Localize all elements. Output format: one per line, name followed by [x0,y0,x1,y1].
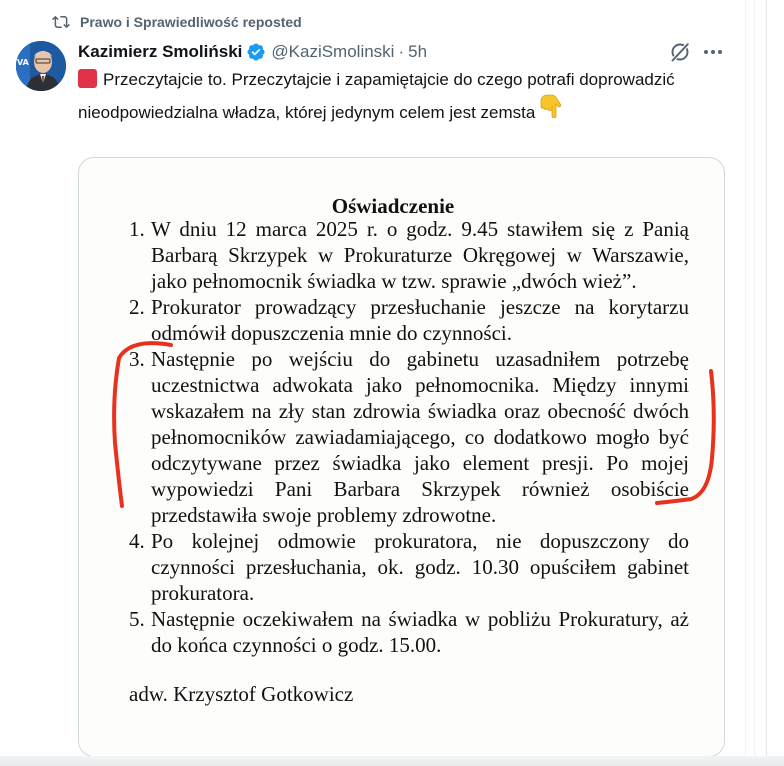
bottom-bar [0,756,784,766]
item-text: Prokurator prowadzący przesłuchanie jesz… [151,295,689,345]
document-item: 4. Po kolejnej odmowie prokuratora, nie … [129,528,689,606]
more-icon[interactable] [701,40,725,64]
item-number: 2. [129,295,145,319]
red-square-emoji [78,69,97,88]
right-scroll-area [746,0,784,766]
timeline-column: Prawo i Sprawiedliwość reposted VA Kazim… [0,0,746,766]
svg-text:VA: VA [17,58,30,67]
verified-badge-icon[interactable] [246,42,266,62]
author-name[interactable]: Kazimierz Smoliński [78,42,242,62]
separator-dot: · [398,42,405,61]
repost-label: Prawo i Sprawiedliwość reposted [80,14,302,30]
document-item: 5. Następnie oczekiwałem na świadka w po… [129,606,689,658]
document-signature: adw. Krzysztof Gotkowicz [129,682,354,706]
avatar-image: VA [16,41,66,91]
scrollbar-track[interactable] [766,0,784,766]
document-list: 1. W dniu 12 marca 2025 r. o godz. 9.45 … [129,216,689,658]
pointing-down-emoji [540,94,562,125]
item-number: 4. [129,529,145,553]
statement-document: Oświadczenie 1. W dniu 12 marca 2025 r. … [79,158,724,756]
grok-icon[interactable] [668,40,692,64]
document-item: 1. W dniu 12 marca 2025 r. o godz. 9.45 … [129,216,689,294]
repost-indicator[interactable]: Prawo i Sprawiedliwość reposted [52,12,302,32]
item-number: 5. [129,607,145,631]
item-number: 3. [129,347,145,371]
tweet-text: Przeczytajcie to. Przeczytajcie i zapami… [78,67,728,125]
tweet-body: Przeczytajcie to. Przeczytajcie i zapami… [78,70,675,122]
tweet-header: Kazimierz Smoliński @KaziSmolinski · 5h [78,40,728,64]
avatar[interactable]: VA [16,41,66,91]
image-attachment[interactable]: Oświadczenie 1. W dniu 12 marca 2025 r. … [78,157,725,757]
item-number: 1. [129,217,145,241]
document-item: 2. Prokurator prowadzący przesłuchanie j… [129,294,689,346]
author-handle[interactable]: @KaziSmolinski [271,42,394,62]
post-time[interactable]: 5h [408,42,427,62]
repost-icon [52,15,70,29]
item-text: W dniu 12 marca 2025 r. o godz. 9.45 sta… [151,217,689,293]
document-item: 3. Następnie po wejściu do gabinetu uzas… [129,346,689,528]
item-text: Następnie po wejściu do gabinetu uzasadn… [151,347,689,527]
item-text: Po kolejnej odmowie prokuratora, nie dop… [151,529,689,605]
item-text: Następnie oczekiwałem na świadka w pobli… [151,607,689,657]
